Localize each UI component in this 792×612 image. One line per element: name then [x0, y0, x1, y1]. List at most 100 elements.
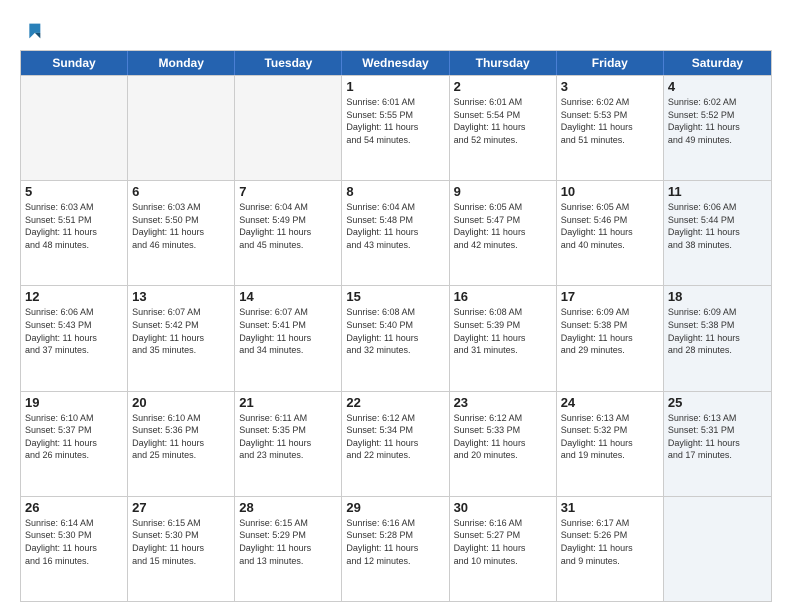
day-number: 23: [454, 395, 552, 410]
day-number: 14: [239, 289, 337, 304]
cal-cell: 5 Sunrise: 6:03 AM Sunset: 5:51 PM Daylig…: [21, 181, 128, 285]
weekday-header-friday: Friday: [557, 51, 664, 75]
day-number: 9: [454, 184, 552, 199]
day-number: 22: [346, 395, 444, 410]
day-number: 26: [25, 500, 123, 515]
day-info: Sunrise: 6:15 AM Sunset: 5:30 PM Dayligh…: [132, 517, 230, 567]
day-info: Sunrise: 6:06 AM Sunset: 5:44 PM Dayligh…: [668, 201, 767, 251]
cal-cell: 18 Sunrise: 6:09 AM Sunset: 5:38 PM Dayli…: [664, 286, 771, 390]
day-info: Sunrise: 6:13 AM Sunset: 5:31 PM Dayligh…: [668, 412, 767, 462]
cal-cell: 19 Sunrise: 6:10 AM Sunset: 5:37 PM Dayli…: [21, 392, 128, 496]
day-info: Sunrise: 6:10 AM Sunset: 5:36 PM Dayligh…: [132, 412, 230, 462]
cal-cell: 3 Sunrise: 6:02 AM Sunset: 5:53 PM Daylig…: [557, 76, 664, 180]
day-number: 15: [346, 289, 444, 304]
day-info: Sunrise: 6:01 AM Sunset: 5:55 PM Dayligh…: [346, 96, 444, 146]
cal-cell: 29 Sunrise: 6:16 AM Sunset: 5:28 PM Dayli…: [342, 497, 449, 601]
day-info: Sunrise: 6:15 AM Sunset: 5:29 PM Dayligh…: [239, 517, 337, 567]
day-info: Sunrise: 6:10 AM Sunset: 5:37 PM Dayligh…: [25, 412, 123, 462]
day-info: Sunrise: 6:16 AM Sunset: 5:28 PM Dayligh…: [346, 517, 444, 567]
day-number: 6: [132, 184, 230, 199]
cal-cell: 27 Sunrise: 6:15 AM Sunset: 5:30 PM Dayli…: [128, 497, 235, 601]
day-number: 30: [454, 500, 552, 515]
day-info: Sunrise: 6:07 AM Sunset: 5:41 PM Dayligh…: [239, 306, 337, 356]
day-number: 13: [132, 289, 230, 304]
cal-cell: 13 Sunrise: 6:07 AM Sunset: 5:42 PM Dayli…: [128, 286, 235, 390]
cal-cell: [128, 76, 235, 180]
cal-cell: 4 Sunrise: 6:02 AM Sunset: 5:52 PM Daylig…: [664, 76, 771, 180]
day-number: 4: [668, 79, 767, 94]
cal-cell: 28 Sunrise: 6:15 AM Sunset: 5:29 PM Dayli…: [235, 497, 342, 601]
day-info: Sunrise: 6:09 AM Sunset: 5:38 PM Dayligh…: [668, 306, 767, 356]
day-number: 19: [25, 395, 123, 410]
week-row-3: 19 Sunrise: 6:10 AM Sunset: 5:37 PM Dayli…: [21, 391, 771, 496]
day-number: 2: [454, 79, 552, 94]
day-number: 27: [132, 500, 230, 515]
day-number: 21: [239, 395, 337, 410]
day-info: Sunrise: 6:07 AM Sunset: 5:42 PM Dayligh…: [132, 306, 230, 356]
day-info: Sunrise: 6:03 AM Sunset: 5:51 PM Dayligh…: [25, 201, 123, 251]
cal-cell: 30 Sunrise: 6:16 AM Sunset: 5:27 PM Dayli…: [450, 497, 557, 601]
logo-icon: [22, 20, 44, 42]
day-number: 20: [132, 395, 230, 410]
cal-cell: 6 Sunrise: 6:03 AM Sunset: 5:50 PM Daylig…: [128, 181, 235, 285]
cal-cell: 15Sunrise: 6:08 AM Sunset: 5:40 PM Dayli…: [342, 286, 449, 390]
day-number: 1: [346, 79, 444, 94]
day-info: Sunrise: 6:16 AM Sunset: 5:27 PM Dayligh…: [454, 517, 552, 567]
calendar-header: SundayMondayTuesdayWednesdayThursdayFrid…: [21, 51, 771, 75]
day-number: 18: [668, 289, 767, 304]
day-info: Sunrise: 6:02 AM Sunset: 5:52 PM Dayligh…: [668, 96, 767, 146]
cal-cell: 25Sunrise: 6:13 AM Sunset: 5:31 PM Dayli…: [664, 392, 771, 496]
cal-cell: 23Sunrise: 6:12 AM Sunset: 5:33 PM Dayli…: [450, 392, 557, 496]
week-row-2: 12 Sunrise: 6:06 AM Sunset: 5:43 PM Dayli…: [21, 285, 771, 390]
weekday-header-sunday: Sunday: [21, 51, 128, 75]
week-row-1: 5 Sunrise: 6:03 AM Sunset: 5:51 PM Daylig…: [21, 180, 771, 285]
cal-cell: 1 Sunrise: 6:01 AM Sunset: 5:55 PM Daylig…: [342, 76, 449, 180]
weekday-header-thursday: Thursday: [450, 51, 557, 75]
cal-cell: 9 Sunrise: 6:05 AM Sunset: 5:47 PM Daylig…: [450, 181, 557, 285]
day-info: Sunrise: 6:04 AM Sunset: 5:49 PM Dayligh…: [239, 201, 337, 251]
day-number: 12: [25, 289, 123, 304]
day-info: Sunrise: 6:13 AM Sunset: 5:32 PM Dayligh…: [561, 412, 659, 462]
day-number: 29: [346, 500, 444, 515]
cal-cell: 24Sunrise: 6:13 AM Sunset: 5:32 PM Dayli…: [557, 392, 664, 496]
calendar: SundayMondayTuesdayWednesdayThursdayFrid…: [20, 50, 772, 602]
day-number: 8: [346, 184, 444, 199]
day-number: 17: [561, 289, 659, 304]
weekday-header-saturday: Saturday: [664, 51, 771, 75]
calendar-body: 1 Sunrise: 6:01 AM Sunset: 5:55 PM Daylig…: [21, 75, 771, 601]
header: [20, 20, 772, 40]
cal-cell: 12 Sunrise: 6:06 AM Sunset: 5:43 PM Dayli…: [21, 286, 128, 390]
day-info: Sunrise: 6:12 AM Sunset: 5:34 PM Dayligh…: [346, 412, 444, 462]
weekday-header-monday: Monday: [128, 51, 235, 75]
day-info: Sunrise: 6:05 AM Sunset: 5:46 PM Dayligh…: [561, 201, 659, 251]
day-number: 7: [239, 184, 337, 199]
cal-cell: 21Sunrise: 6:11 AM Sunset: 5:35 PM Dayli…: [235, 392, 342, 496]
day-number: 31: [561, 500, 659, 515]
day-info: Sunrise: 6:06 AM Sunset: 5:43 PM Dayligh…: [25, 306, 123, 356]
cal-cell: 7 Sunrise: 6:04 AM Sunset: 5:49 PM Daylig…: [235, 181, 342, 285]
day-number: 28: [239, 500, 337, 515]
day-info: Sunrise: 6:09 AM Sunset: 5:38 PM Dayligh…: [561, 306, 659, 356]
day-number: 10: [561, 184, 659, 199]
day-info: Sunrise: 6:17 AM Sunset: 5:26 PM Dayligh…: [561, 517, 659, 567]
logo: [20, 20, 44, 40]
day-info: Sunrise: 6:01 AM Sunset: 5:54 PM Dayligh…: [454, 96, 552, 146]
cal-cell: [664, 497, 771, 601]
cal-cell: 31 Sunrise: 6:17 AM Sunset: 5:26 PM Dayli…: [557, 497, 664, 601]
day-number: 3: [561, 79, 659, 94]
cal-cell: 17 Sunrise: 6:09 AM Sunset: 5:38 PM Dayli…: [557, 286, 664, 390]
day-number: 11: [668, 184, 767, 199]
day-info: Sunrise: 6:08 AM Sunset: 5:39 PM Dayligh…: [454, 306, 552, 356]
cal-cell: 16Sunrise: 6:08 AM Sunset: 5:39 PM Dayli…: [450, 286, 557, 390]
week-row-0: 1 Sunrise: 6:01 AM Sunset: 5:55 PM Daylig…: [21, 75, 771, 180]
cal-cell: 2 Sunrise: 6:01 AM Sunset: 5:54 PM Daylig…: [450, 76, 557, 180]
day-info: Sunrise: 6:02 AM Sunset: 5:53 PM Dayligh…: [561, 96, 659, 146]
weekday-header-tuesday: Tuesday: [235, 51, 342, 75]
day-info: Sunrise: 6:05 AM Sunset: 5:47 PM Dayligh…: [454, 201, 552, 251]
cal-cell: 22 Sunrise: 6:12 AM Sunset: 5:34 PM Dayli…: [342, 392, 449, 496]
cal-cell: [21, 76, 128, 180]
day-info: Sunrise: 6:03 AM Sunset: 5:50 PM Dayligh…: [132, 201, 230, 251]
week-row-4: 26Sunrise: 6:14 AM Sunset: 5:30 PM Dayli…: [21, 496, 771, 601]
day-number: 5: [25, 184, 123, 199]
cal-cell: 10 Sunrise: 6:05 AM Sunset: 5:46 PM Dayli…: [557, 181, 664, 285]
